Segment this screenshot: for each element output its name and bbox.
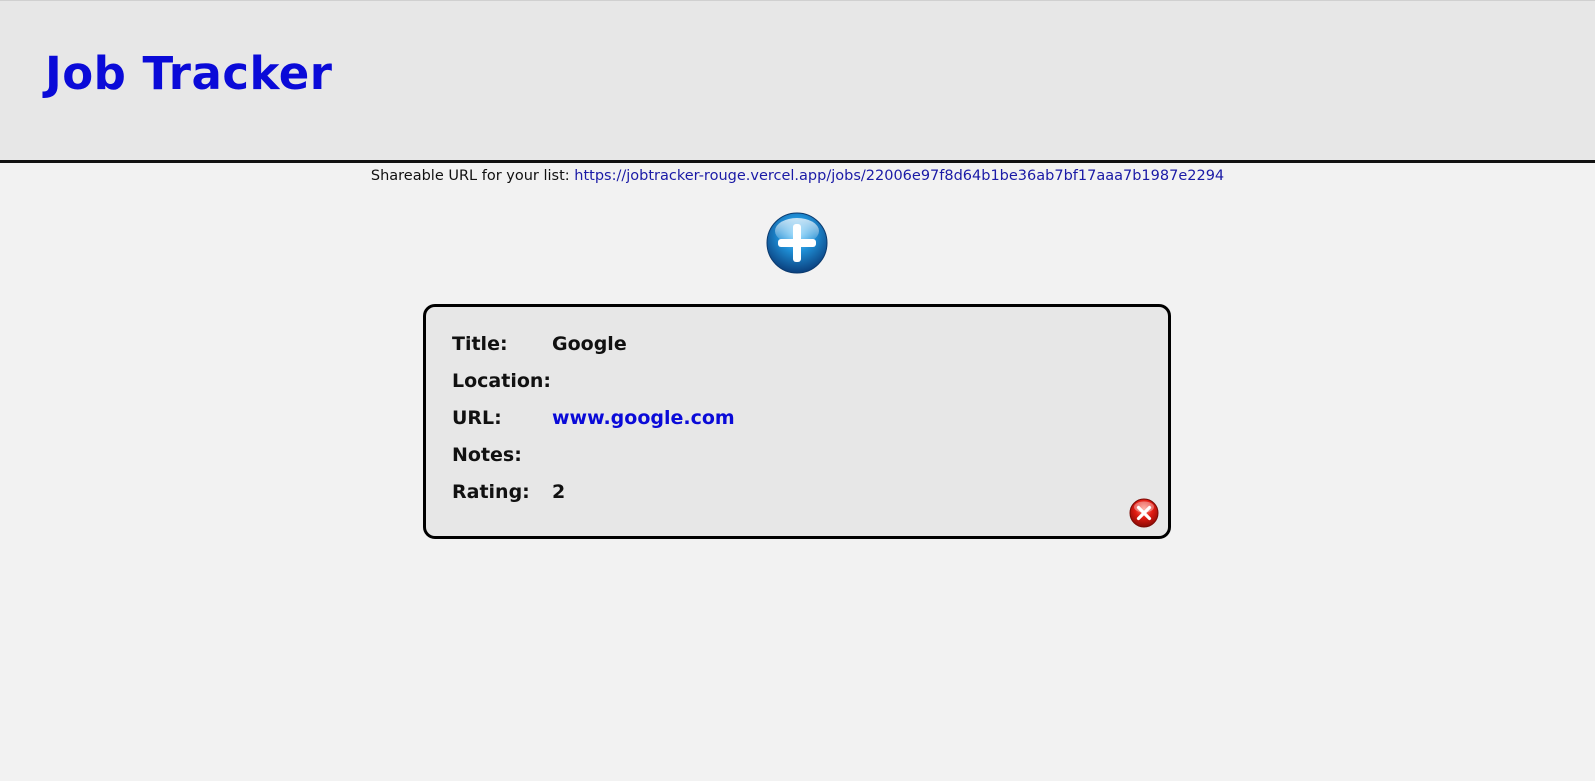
delete-job-button[interactable] — [1129, 498, 1159, 528]
location-label: Location: — [452, 370, 552, 392]
add-job-button[interactable] — [765, 211, 829, 275]
share-url-row: Shareable URL for your list: https://job… — [0, 168, 1595, 184]
rating-value: 2 — [552, 481, 566, 503]
title-label: Title: — [452, 333, 508, 355]
app-header: Job Tracker — [0, 0, 1595, 163]
share-url-link[interactable]: https://jobtracker-rouge.vercel.app/jobs… — [574, 168, 1224, 184]
notes-label: Notes: — [452, 444, 522, 466]
plus-circle-icon — [766, 212, 828, 274]
title-value: Google — [552, 333, 627, 355]
share-url-label: Shareable URL for your list: — [370, 168, 570, 184]
app-title: Job Tracker — [45, 47, 333, 100]
close-circle-icon — [1129, 498, 1159, 528]
job-card: Title: Google Location: URL: www.google.… — [423, 304, 1171, 539]
url-label: URL: — [452, 407, 502, 429]
url-link[interactable]: www.google.com — [552, 405, 735, 431]
rating-label: Rating: — [452, 481, 530, 503]
